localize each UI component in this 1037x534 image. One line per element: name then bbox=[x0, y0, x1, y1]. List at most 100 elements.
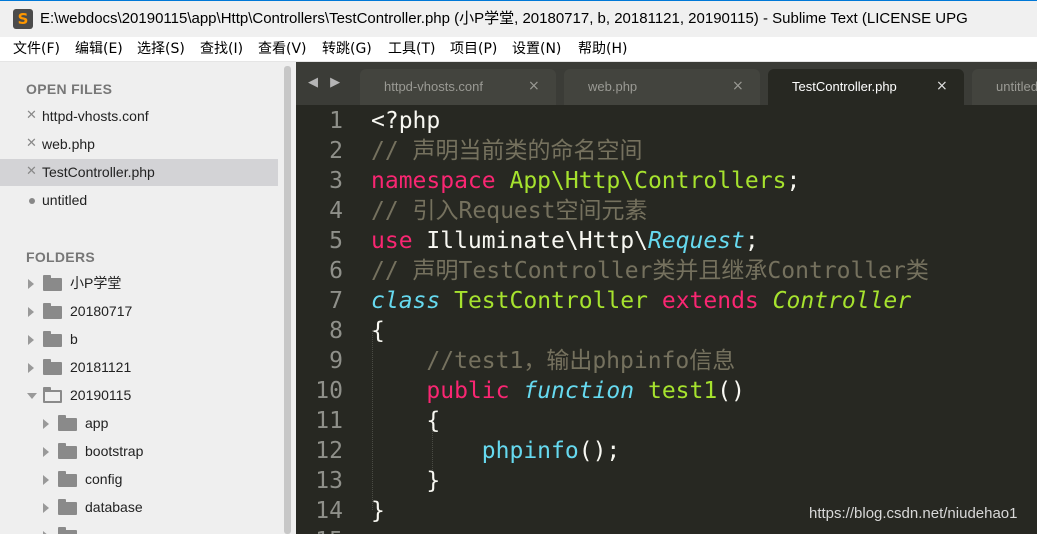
code-token: } bbox=[371, 498, 385, 524]
code-token: ; bbox=[786, 168, 801, 194]
code-token: <?php bbox=[371, 108, 441, 134]
code-line[interactable]: // 声明TestController类并且继承Controller类 bbox=[371, 256, 929, 286]
code-line[interactable]: { bbox=[371, 406, 440, 436]
code-token: App\Http\Controllers bbox=[509, 168, 787, 194]
line-number: 2 bbox=[329, 138, 343, 164]
chevron-right-icon[interactable] bbox=[43, 503, 49, 513]
open-file-label: web.php bbox=[42, 136, 95, 152]
folder-item[interactable]: database bbox=[0, 494, 278, 522]
code-editor[interactable]: 123456789101112131415 <?php// 声明当前类的命名空间… bbox=[296, 105, 1037, 534]
menu-tools[interactable]: 工具(T) bbox=[388, 41, 435, 58]
tab-label: web.php bbox=[588, 79, 638, 94]
code-token: Request bbox=[647, 228, 745, 254]
chevron-right-icon[interactable] bbox=[28, 335, 34, 345]
menu-preferences[interactable]: 设置(N) bbox=[512, 41, 561, 58]
menu-file[interactable]: 文件(F) bbox=[13, 41, 60, 58]
tab-testcontroller-php[interactable]: TestController.php × bbox=[768, 69, 964, 105]
chevron-right-icon[interactable] bbox=[43, 419, 49, 429]
chevron-right-icon[interactable] bbox=[43, 447, 49, 457]
close-icon[interactable]: ✕ bbox=[26, 164, 37, 180]
code-token: () bbox=[717, 378, 745, 404]
folder-label: database bbox=[85, 499, 143, 515]
chevron-right-icon[interactable] bbox=[28, 279, 34, 289]
dirty-dot-icon[interactable] bbox=[29, 198, 35, 204]
window-title: E:\webdocs\20190115\app\Http\Controllers… bbox=[40, 10, 968, 27]
folder-item[interactable]: app bbox=[0, 410, 278, 438]
menu-bar: 文件(F) 编辑(E) 选择(S) 查找(I) 查看(V) 转跳(G) 工具(T… bbox=[0, 37, 1037, 62]
sidebar-scrollbar[interactable] bbox=[284, 66, 291, 534]
code-token: extends bbox=[661, 288, 759, 314]
code-token: public bbox=[426, 378, 510, 404]
chevron-right-icon[interactable] bbox=[43, 475, 49, 485]
tab-httpd-vhosts[interactable]: httpd-vhosts.conf × bbox=[360, 69, 556, 105]
code-token: TestController bbox=[454, 288, 648, 314]
tab-untitled[interactable]: untitled bbox=[972, 69, 1037, 105]
code-token: // 声明TestController类并且继承Controller类 bbox=[371, 258, 929, 284]
code-line[interactable]: class TestController extends Controller bbox=[371, 286, 911, 316]
code-line[interactable]: <?php bbox=[371, 106, 440, 136]
folder-item[interactable] bbox=[0, 522, 278, 534]
folder-item[interactable]: 小P学堂 bbox=[0, 270, 278, 298]
line-number: 11 bbox=[315, 408, 343, 434]
code-line[interactable]: // 声明当前类的命名空间 bbox=[371, 136, 643, 166]
close-icon[interactable]: ✕ bbox=[26, 108, 37, 124]
menu-view[interactable]: 查看(V) bbox=[258, 41, 307, 58]
folder-item[interactable]: b bbox=[0, 326, 278, 354]
folder-icon bbox=[58, 527, 77, 534]
code-line[interactable]: namespace App\Http\Controllers; bbox=[371, 166, 800, 196]
close-icon[interactable]: ✕ bbox=[26, 136, 37, 152]
line-number: 10 bbox=[315, 378, 343, 404]
menu-project[interactable]: 项目(P) bbox=[450, 41, 497, 58]
folder-item[interactable]: 20180717 bbox=[0, 298, 278, 326]
code-token: // 声明当前类的命名空间 bbox=[371, 138, 643, 164]
sublime-text-logo-icon[interactable]: S bbox=[13, 9, 33, 29]
folder-label: b bbox=[70, 331, 78, 347]
close-icon[interactable]: × bbox=[528, 78, 540, 94]
open-file-item[interactable]: ✕ web.php bbox=[0, 131, 278, 158]
line-number: 9 bbox=[329, 348, 343, 374]
folder-item[interactable]: config bbox=[0, 466, 278, 494]
menu-find[interactable]: 查找(I) bbox=[200, 41, 243, 58]
menu-help[interactable]: 帮助(H) bbox=[578, 41, 627, 58]
close-icon[interactable]: × bbox=[732, 78, 744, 94]
code-token: // 引入Request空间元素 bbox=[371, 198, 648, 224]
code-line[interactable]: phpinfo(); bbox=[371, 436, 620, 466]
folder-item[interactable]: bootstrap bbox=[0, 438, 278, 466]
tab-nav-arrows-icon[interactable]: ◀ ▶ bbox=[308, 76, 344, 90]
line-number: 4 bbox=[329, 198, 343, 224]
logo-glyph: S bbox=[17, 10, 29, 28]
code-line[interactable]: // 引入Request空间元素 bbox=[371, 196, 647, 226]
chevron-right-icon[interactable] bbox=[28, 363, 34, 373]
open-file-label: untitled bbox=[42, 192, 88, 208]
menu-goto[interactable]: 转跳(G) bbox=[322, 41, 372, 58]
chevron-down-icon[interactable] bbox=[27, 393, 37, 399]
code-line[interactable]: public function test1() bbox=[371, 376, 745, 406]
folder-label: 20190115 bbox=[70, 387, 132, 403]
code-token: function bbox=[523, 378, 635, 404]
open-file-item[interactable]: ✕ httpd-vhosts.conf bbox=[0, 103, 278, 130]
menu-edit[interactable]: 编辑(E) bbox=[75, 41, 123, 58]
folders-header: FOLDERS bbox=[26, 249, 95, 265]
folder-item[interactable]: 20181121 bbox=[0, 354, 278, 382]
menu-selection[interactable]: 选择(S) bbox=[137, 41, 185, 58]
code-line[interactable]: } bbox=[371, 496, 385, 526]
chevron-right-icon[interactable] bbox=[28, 307, 34, 317]
folder-item-expanded[interactable]: 20190115 bbox=[0, 382, 278, 410]
tab-web-php[interactable]: web.php × bbox=[564, 69, 760, 105]
code-line[interactable]: use Illuminate\Http\Request; bbox=[371, 226, 759, 256]
close-icon[interactable]: × bbox=[936, 78, 948, 94]
code-line[interactable]: { bbox=[371, 316, 385, 346]
open-file-item-selected[interactable]: ✕ TestController.php bbox=[0, 159, 278, 186]
open-file-label: TestController.php bbox=[42, 164, 155, 180]
code-line[interactable]: } bbox=[371, 466, 440, 496]
code-line[interactable]: //test1，输出phpinfo信息 bbox=[371, 346, 735, 376]
open-file-item[interactable]: untitled bbox=[0, 187, 278, 214]
code-token: namespace bbox=[371, 168, 496, 194]
